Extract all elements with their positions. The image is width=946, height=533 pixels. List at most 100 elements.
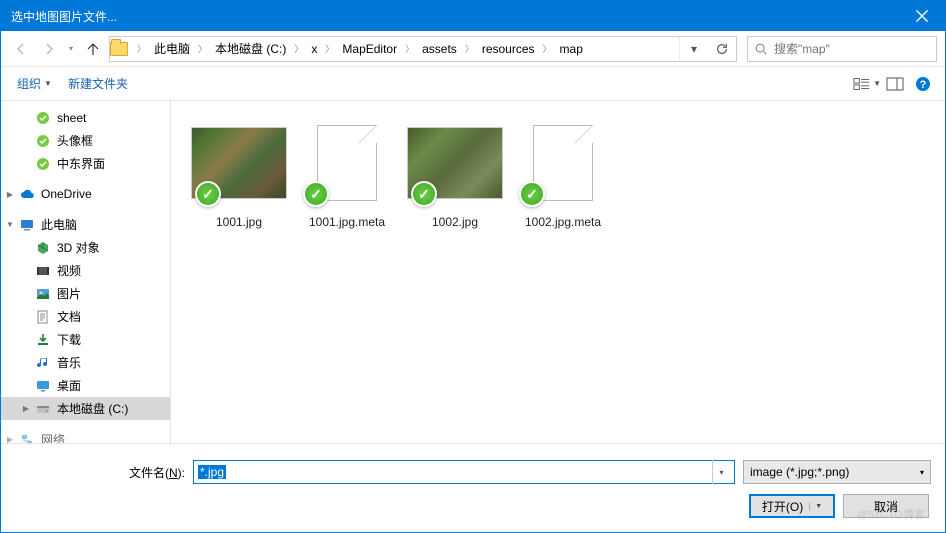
folder-green-icon [35,110,51,126]
nav-row: ▾ 〉 此电脑 〉 本地磁盘 (C:) 〉 x 〉 MapEditor 〉 as… [1,31,945,67]
breadcrumb: 〉 此电脑 〉 本地磁盘 (C:) 〉 x 〉 MapEditor 〉 asse… [134,37,588,61]
tree-item-label: 视频 [57,262,81,279]
help-button[interactable]: ? [909,71,937,97]
pane-icon [886,77,904,91]
open-button[interactable]: 打开(O) ▼ [749,494,835,518]
network-icon [19,432,35,444]
nav-back-button[interactable] [9,37,33,61]
arrow-up-icon [85,41,101,57]
tree-item[interactable]: 中东界面 [1,152,170,175]
chevron-right-icon: 〉 [195,42,210,55]
crumb-pc[interactable]: 此电脑 [149,37,195,61]
desktop-icon [35,378,51,394]
check-badge-icon: ✓ [411,181,437,207]
tree-item[interactable]: 下载 [1,328,170,351]
tree-item[interactable]: ▶ OneDrive [1,183,170,205]
file-item[interactable]: ✓ 1001.jpg.meta [295,111,399,235]
tree-item[interactable]: sheet [1,107,170,129]
view-icon [853,77,871,91]
file-item[interactable]: ✓1002.jpg [403,111,507,235]
pc-icon [19,217,35,233]
file-item[interactable]: ✓ 1002.jpg.meta [511,111,615,235]
new-folder-label: 新建文件夹 [68,75,128,92]
bottom-panel: 文件名(N): *.jpg ▾ image (*.jpg;*.png) ▾ 打开… [1,443,945,532]
tree-item[interactable]: 图片 [1,282,170,305]
cloud-icon [19,186,35,202]
refresh-button[interactable] [708,37,736,61]
cancel-button[interactable]: 取消 [843,494,929,518]
crumb-disk[interactable]: 本地磁盘 (C:) [210,37,291,61]
tree-item[interactable]: 桌面 [1,374,170,397]
tree-item-label: 音乐 [57,354,81,371]
tree-item-label: sheet [57,111,86,125]
main-area: sheet 头像框中东界面 ▶ OneDrive ▼ 此电脑 3D 对象视频图片文档下载音乐… [1,101,945,443]
chevron-right-icon: 〉 [462,42,477,55]
organize-label: 组织 [17,75,41,92]
chevron-right-icon: 〉 [134,42,149,55]
search-box[interactable] [747,36,937,62]
tree-item-label: 图片 [57,285,81,302]
filename-dropdown[interactable]: ▾ [712,460,730,484]
tree-item-label: 头像框 [57,132,93,149]
file-item[interactable]: ✓1001.jpg [187,111,291,235]
tree-item[interactable]: 文档 [1,305,170,328]
preview-pane-button[interactable] [881,71,909,97]
check-badge-icon: ✓ [519,181,545,207]
crumb-x[interactable]: x [306,37,322,61]
crumb-resources[interactable]: resources [477,37,540,61]
check-badge-icon: ✓ [303,181,329,207]
tree-item[interactable]: ▶网络 [1,428,170,443]
chevron-down-icon: ▼ [5,220,15,229]
address-dropdown-button[interactable]: ▾ [680,37,708,61]
close-button[interactable] [899,1,945,31]
organize-menu[interactable]: 组织 ▼ [9,71,60,96]
music-icon [35,355,51,371]
filename-label: 文件名(N): [15,464,185,481]
open-label: 打开(O) [762,498,803,515]
tree-item[interactable]: 3D 对象 [1,236,170,259]
address-bar[interactable]: 〉 此电脑 〉 本地磁盘 (C:) 〉 x 〉 MapEditor 〉 asse… [109,36,737,62]
refresh-icon [715,42,729,56]
nav-forward-button[interactable] [37,37,61,61]
file-type-filter[interactable]: image (*.jpg;*.png) ▾ [743,460,931,484]
split-dropdown-icon[interactable]: ▼ [809,503,822,510]
file-name-label: 1002.jpg.meta [525,215,601,231]
toolbar: 组织 ▼ 新建文件夹 ▼ ? [1,67,945,101]
folder-icon [110,42,134,56]
video-icon [35,263,51,279]
tree-item[interactable]: ▼ 此电脑 [1,213,170,236]
chevron-down-icon: ▾ [920,468,924,477]
arrow-right-icon [41,41,57,57]
disk-icon [35,401,51,417]
file-dialog-window: 选中地图图片文件... ▾ 〉 此电脑 〉 本地磁盘 (C:) 〉 x 〉 [0,0,946,533]
folder-tree[interactable]: sheet 头像框中东界面 ▶ OneDrive ▼ 此电脑 3D 对象视频图片文档下载音乐… [1,101,171,443]
crumb-mapeditor[interactable]: MapEditor [337,37,402,61]
view-mode-button[interactable]: ▼ [853,71,881,97]
window-title: 选中地图图片文件... [11,8,117,25]
nav-history-dropdown[interactable]: ▾ [65,44,77,53]
tree-item[interactable]: 音乐 [1,351,170,374]
crumb-assets[interactable]: assets [417,37,462,61]
file-name-label: 1001.jpg [216,215,262,231]
search-input[interactable] [774,42,930,56]
file-list[interactable]: ✓1001.jpg✓1001.jpg.meta✓1002.jpg✓1002.jp… [171,101,945,443]
pictures-icon [35,286,51,302]
crumb-map[interactable]: map [555,37,588,61]
tree-item[interactable]: 视频 [1,259,170,282]
downloads-icon [35,332,51,348]
tree-item[interactable]: ▶本地磁盘 (C:) [1,397,170,420]
chevron-right-icon: ▶ [5,190,15,199]
tree-item-label: OneDrive [41,187,92,201]
tree-item-label: 网络 [41,431,65,443]
nav-up-button[interactable] [81,37,105,61]
tree-item-label: 3D 对象 [57,239,100,256]
help-icon: ? [915,76,931,92]
chevron-right-icon: 〉 [402,42,417,55]
tree-item-label: 此电脑 [41,216,77,233]
tree-item[interactable]: 头像框 [1,129,170,152]
folder-green-icon [35,156,51,172]
new-folder-button[interactable]: 新建文件夹 [60,71,136,96]
tree-item-label: 桌面 [57,377,81,394]
filename-input[interactable]: *.jpg ▾ [193,460,735,484]
file-name-label: 1001.jpg.meta [309,215,385,231]
